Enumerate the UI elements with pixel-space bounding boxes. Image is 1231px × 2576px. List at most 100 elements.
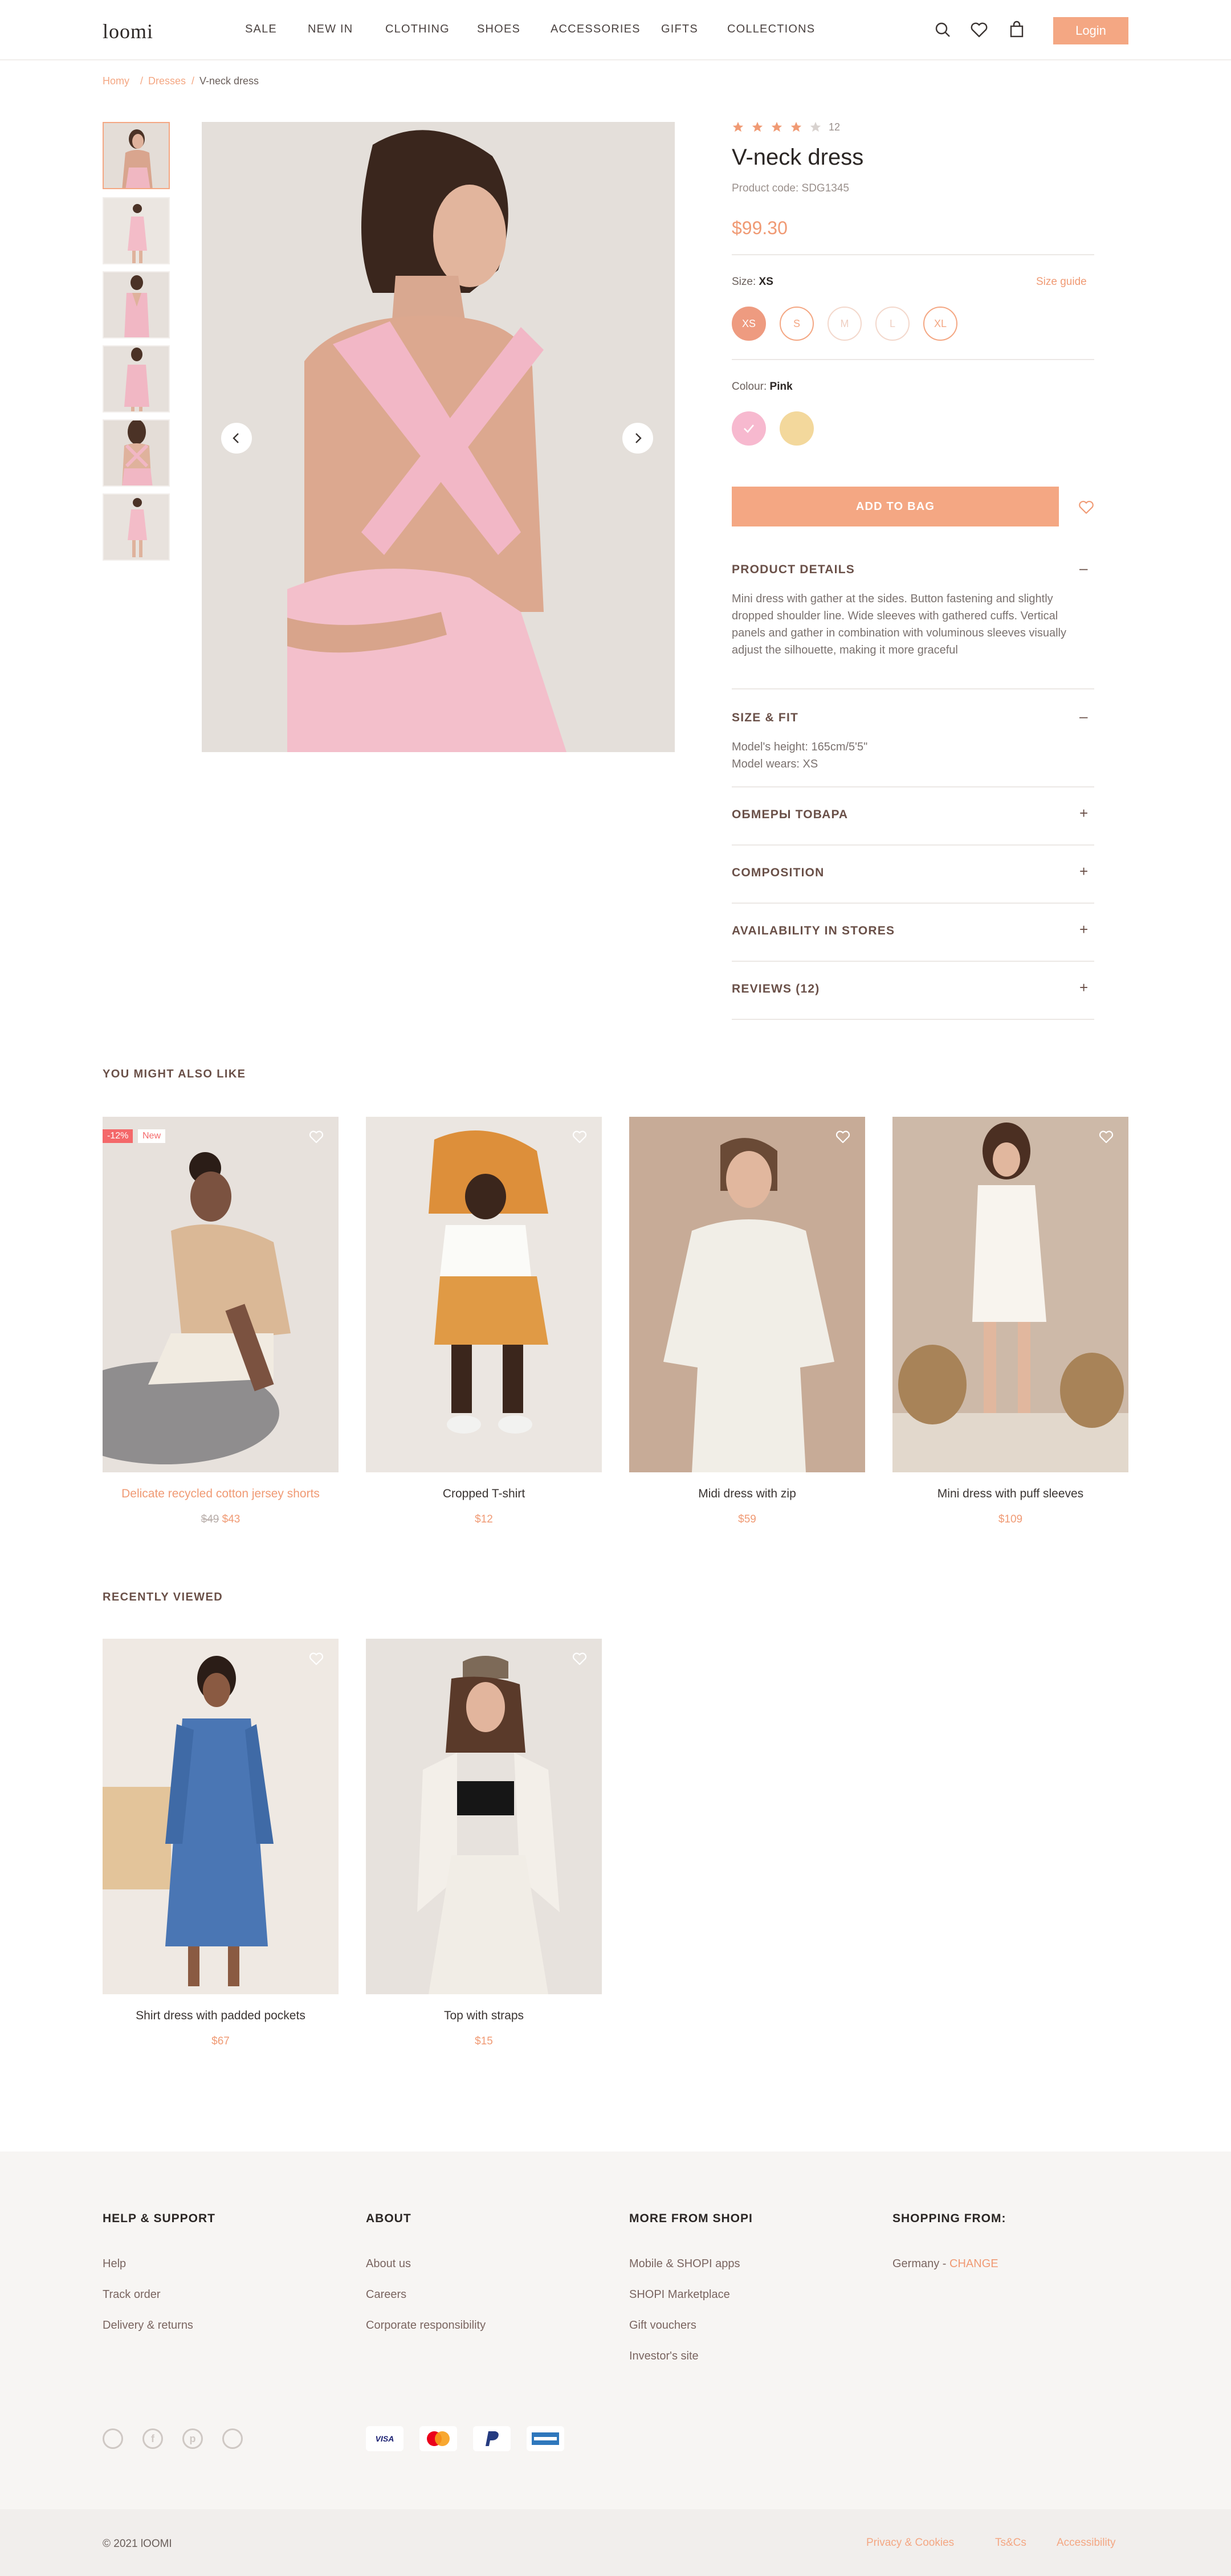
colour-label: Colour: Pink [732,381,793,393]
nav-collections[interactable]: COLLECTIONS [727,23,815,36]
footer-link-privacy[interactable]: Privacy & Cookies [866,2537,954,2549]
breadcrumb-home[interactable]: Homy [103,75,129,87]
footer-link-accessibility[interactable]: Accessibility [1057,2537,1115,2549]
footer-link-about-us[interactable]: About us [366,2257,411,2271]
thumbnail-1[interactable] [103,122,170,189]
product-card-image[interactable] [366,1639,602,1994]
product-card-name[interactable]: Shirt dress with padded pockets [103,2009,339,2023]
size-label-text: Size: [732,276,756,288]
accordion-collapse-icon[interactable]: – [1079,708,1087,725]
size-guide-link[interactable]: Size guide [1036,276,1087,288]
footer-link-track-order[interactable]: Track order [103,2288,161,2301]
visa-icon: VISA [366,2426,403,2451]
accordion-measurements[interactable]: ОБМЕРЫ ТОВАРА [732,808,848,822]
accordion-reviews[interactable]: REVIEWS (12) [732,982,820,996]
old-price: $49 [201,1513,219,1525]
add-to-wishlist-heart-icon[interactable] [1077,498,1095,516]
thumbnail-3[interactable] [103,271,170,338]
accordion-product-details[interactable]: PRODUCT DETAILS [732,563,855,577]
colour-swatch-beige[interactable] [780,411,814,446]
accordion-composition[interactable]: COMPOSITION [732,866,825,880]
heart-icon[interactable] [308,1650,325,1667]
shopping-country: Germany - CHANGE [892,2257,998,2271]
size-option-l[interactable]: L [875,307,910,341]
product-card-name[interactable]: Delicate recycled cotton jersey shorts [103,1487,339,1501]
nav-gifts[interactable]: GIFTS [661,23,698,36]
accordion-size-fit[interactable]: SIZE & FIT [732,711,798,725]
twitter-icon[interactable] [222,2428,243,2449]
logo[interactable]: loomi [103,19,153,43]
heart-icon[interactable] [308,1128,325,1145]
size-option-xs[interactable]: XS [732,307,766,341]
size-option-xl[interactable]: XL [923,307,957,341]
product-card-image[interactable] [103,1639,339,1994]
footer-link-terms[interactable]: Ts&Cs [995,2537,1026,2549]
footer-link-marketplace[interactable]: SHOPI Marketplace [629,2288,730,2301]
accordion-collapse-icon[interactable]: – [1079,560,1087,577]
thumbnail-4[interactable] [103,345,170,413]
accordion-expand-icon[interactable]: + [1079,979,1088,997]
next-image-button[interactable] [622,423,653,454]
section-title-recently-viewed: RECENTLY VIEWED [103,1591,223,1603]
size-option-s[interactable]: S [780,307,814,341]
heart-icon[interactable] [571,1128,588,1145]
product-card-name[interactable]: Cropped T-shirt [366,1487,602,1501]
nav-shoes[interactable]: SHOES [477,23,520,36]
previous-image-button[interactable] [221,423,252,454]
product-card-name[interactable]: Midi dress with zip [629,1487,865,1501]
footer-link-careers[interactable]: Careers [366,2288,406,2301]
product-card-name[interactable]: Mini dress with puff sleeves [892,1487,1128,1501]
accordion-expand-icon[interactable]: + [1079,863,1088,880]
accordion-expand-icon[interactable]: + [1079,805,1088,822]
star-icon [790,121,802,132]
rating-stars: 12 [732,121,840,133]
login-button[interactable]: Login [1053,17,1128,44]
footer-link-apps[interactable]: Mobile & SHOPI apps [629,2257,740,2271]
divider [732,359,1094,360]
thumbnail-2[interactable] [103,197,170,264]
pinterest-icon[interactable]: p [182,2428,203,2449]
product-card-image[interactable] [366,1117,602,1472]
product-card-name[interactable]: Top with straps [366,2009,602,2023]
facebook-icon[interactable]: f [142,2428,163,2449]
search-icon[interactable] [932,19,953,40]
footer-link-investors[interactable]: Investor's site [629,2350,699,2363]
product-photo [892,1117,1128,1472]
thumbnail-5[interactable] [103,419,170,487]
star-icon [732,121,744,132]
product-card-image[interactable] [103,1117,339,1472]
product-photo [629,1117,865,1472]
star-icon [752,121,763,132]
footer-link-help[interactable]: Help [103,2257,126,2271]
divider [732,254,1094,255]
footer-link-corporate-responsibility[interactable]: Corporate responsibility [366,2319,486,2332]
thumbnail-image [104,421,169,485]
shopping-bag-icon[interactable] [1006,19,1027,40]
nav-new-in[interactable]: NEW IN [308,23,353,36]
change-country-link[interactable]: CHANGE [949,2257,998,2270]
nav-sale[interactable]: SALE [245,23,277,36]
colour-selected: Pink [769,381,793,393]
product-card-image[interactable] [629,1117,865,1472]
nav-accessories[interactable]: ACCESSORIES [551,23,641,36]
divider [732,688,1094,689]
add-to-bag-button[interactable]: ADD TO BAG [732,487,1059,526]
product-card-image[interactable] [892,1117,1128,1472]
breadcrumb-dresses[interactable]: Dresses [148,75,186,87]
accordion-availability[interactable]: AVAILABILITY IN STORES [732,924,895,938]
footer-link-gift-vouchers[interactable]: Gift vouchers [629,2319,696,2332]
footer-link-delivery-returns[interactable]: Delivery & returns [103,2319,193,2332]
colour-swatch-pink[interactable] [732,411,766,446]
nav-clothing[interactable]: CLOTHING [385,23,450,36]
size-option-m[interactable]: M [828,307,862,341]
rating-count[interactable]: 12 [829,121,840,133]
accordion-expand-icon[interactable]: + [1079,921,1088,938]
wishlist-heart-icon[interactable] [969,19,989,40]
instagram-icon[interactable] [103,2428,123,2449]
thumbnail-6[interactable] [103,493,170,561]
section-title-also-like: YOU MIGHT ALSO LIKE [103,1068,246,1080]
heart-icon[interactable] [571,1650,588,1667]
heart-icon[interactable] [1098,1128,1115,1145]
thumbnail-image [104,123,169,188]
heart-icon[interactable] [834,1128,851,1145]
